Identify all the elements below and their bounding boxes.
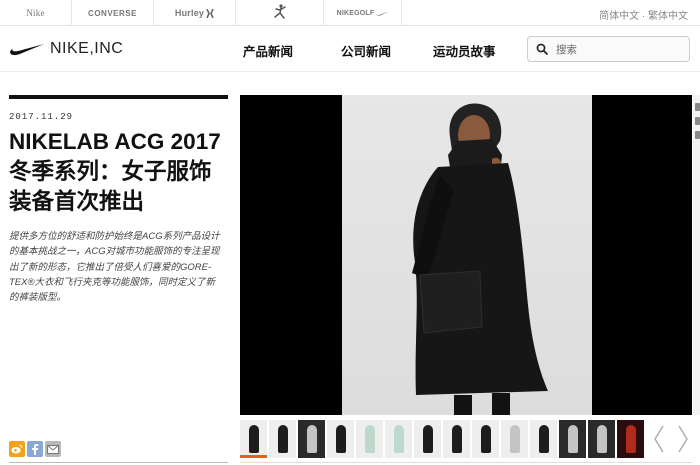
- hero-photo-backdrop: [342, 95, 592, 415]
- thumbnail[interactable]: [298, 420, 325, 458]
- jumpman-logo-icon: [273, 4, 286, 19]
- facebook-icon[interactable]: [27, 441, 43, 457]
- chevron-left-icon: [654, 425, 664, 453]
- mail-icon[interactable]: [45, 441, 61, 457]
- thumbnail-figure: [510, 425, 520, 453]
- thumbnail-figure: [539, 425, 549, 453]
- article-title: NIKELAB ACG 2017冬季系列：女子服饰装备首次推出: [9, 129, 221, 214]
- article-top-rule: [9, 95, 228, 99]
- brand-link-jordan[interactable]: [236, 0, 324, 26]
- brand-link-nike[interactable]: Nike: [0, 0, 72, 26]
- thumbnail-strip: [240, 420, 648, 458]
- thumbnail-figure: [249, 425, 259, 453]
- language-switcher: 简体中文 · 繁体中文: [599, 7, 688, 22]
- lang-simplified[interactable]: 简体中文: [599, 11, 639, 22]
- main-header: NIKE,INC 产品新闻 公司新闻 运动员故事: [0, 26, 700, 72]
- article-date: 2017.11.29: [9, 112, 74, 122]
- thumbnail[interactable]: [443, 420, 470, 458]
- share-bar: [9, 441, 61, 457]
- thumbnail-figure: [278, 425, 288, 453]
- nav-athlete-stories[interactable]: 运动员故事: [433, 41, 496, 60]
- brand-link-nikegolf[interactable]: NIKEGOLF: [324, 0, 402, 26]
- thumbnail[interactable]: [269, 420, 296, 458]
- thumbnail-figure: [336, 425, 346, 453]
- thumbnail[interactable]: [240, 420, 267, 458]
- article-bottom-rule: [9, 462, 228, 463]
- model-figure-icon: [412, 103, 548, 415]
- nav-product-news[interactable]: 产品新闻: [243, 41, 293, 60]
- chevron-right-icon: [678, 425, 688, 453]
- search-box[interactable]: [527, 36, 690, 62]
- hero-image[interactable]: [240, 95, 692, 415]
- thumbnail[interactable]: [617, 420, 644, 458]
- brand-link-hurley[interactable]: Hurley: [154, 0, 236, 26]
- search-input[interactable]: [556, 41, 681, 58]
- thumbnail[interactable]: [414, 420, 441, 458]
- logo-text: NIKE,INC: [50, 40, 124, 57]
- nike-inc-logo[interactable]: NIKE,INC: [10, 40, 123, 58]
- thumbnail-figure: [568, 425, 578, 453]
- article-description: 提供多方位的舒适和防护始终是ACG系列产品设计的基本挑战之一，ACG对城市功能服…: [9, 231, 220, 304]
- thumbnail-bottom-rule: [240, 462, 692, 463]
- weibo-icon[interactable]: [9, 441, 25, 457]
- thumbnail[interactable]: [385, 420, 412, 458]
- thumbnail-figure: [307, 425, 317, 453]
- thumbnail[interactable]: [501, 420, 528, 458]
- thumbnail-prev-button[interactable]: [650, 420, 668, 458]
- thumbnail-figure: [452, 425, 462, 453]
- brand-link-converse[interactable]: CONVERSE: [72, 0, 154, 26]
- thumbnail[interactable]: [356, 420, 383, 458]
- hurley-label: Hurley: [174, 8, 205, 18]
- thumbnail-next-button[interactable]: [674, 420, 692, 458]
- thumbnail[interactable]: [472, 420, 499, 458]
- thumbnail-figure: [626, 425, 636, 453]
- search-icon[interactable]: [536, 43, 548, 55]
- swoosh-small-icon: [376, 10, 389, 16]
- thumbnail[interactable]: [588, 420, 615, 458]
- thumbnail[interactable]: [530, 420, 557, 458]
- thumbnail[interactable]: [559, 420, 586, 458]
- nav-company-news[interactable]: 公司新闻: [341, 41, 391, 60]
- thumbnail[interactable]: [327, 420, 354, 458]
- swoosh-icon: [10, 43, 44, 55]
- hurley-mark-icon: [206, 8, 214, 18]
- next-slide-peek: [693, 95, 700, 415]
- thumbnail-figure: [423, 425, 433, 453]
- lang-traditional[interactable]: 繁体中文: [648, 11, 688, 22]
- thumbnail-figure: [394, 425, 404, 453]
- thumbnail-nav: [650, 420, 692, 458]
- lang-separator: ·: [639, 11, 648, 22]
- thumbnail-figure: [365, 425, 375, 453]
- thumbnail-figure: [481, 425, 491, 453]
- thumbnail-figure: [597, 425, 607, 453]
- nikegolf-label: NIKEGOLF: [336, 9, 375, 17]
- brand-bar: Nike CONVERSE Hurley NIKEGOLF 简体中文 · 繁体中…: [0, 0, 700, 26]
